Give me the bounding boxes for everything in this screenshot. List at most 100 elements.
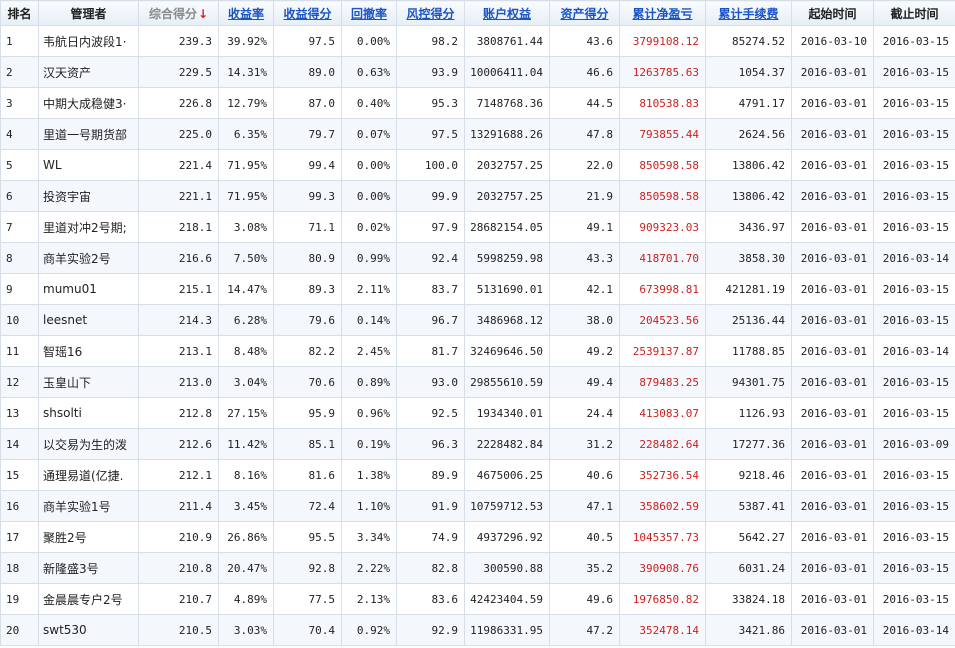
cell-start-date: 2016-03-10 [791, 25, 874, 57]
cell-equity: 7148768.36 [464, 87, 550, 119]
cell-return-score: 70.6 [273, 366, 342, 398]
cell-rank: 10 [0, 304, 39, 336]
col-fees[interactable]: 累计手续费 [705, 0, 792, 26]
cell-return-rate: 14.31% [218, 56, 274, 88]
cell-manager-link[interactable]: 金晨晨专户2号 [38, 583, 139, 615]
cell-net-pnl: 1045357.73 [619, 521, 706, 553]
cell-return-score: 72.4 [273, 490, 342, 522]
cell-end-date: 2016-03-15 [873, 552, 955, 584]
sort-desc-arrow-icon: ↓ [197, 6, 209, 21]
cell-end-date: 2016-03-15 [873, 459, 955, 491]
col-rank-label: 排名 [7, 6, 32, 21]
cell-drawdown: 0.00% [341, 25, 397, 57]
cell-manager-link[interactable]: 商羊实验2号 [38, 242, 139, 274]
cell-manager-link[interactable]: WL [38, 149, 139, 181]
cell-end-date: 2016-03-15 [873, 273, 955, 305]
cell-manager-link[interactable]: mumu01 [38, 273, 139, 305]
cell-return-rate: 3.45% [218, 490, 274, 522]
cell-risk-score: 98.2 [396, 25, 465, 57]
col-net-pnl[interactable]: 累计净盈亏 [619, 0, 706, 26]
table-row: 14 以交易为生的泼 212.6 11.42% 85.1 0.19% 96.3 2228482… [0, 428, 955, 460]
cell-manager-link[interactable]: 聚胜2号 [38, 521, 139, 553]
cell-fees: 5642.27 [705, 521, 792, 553]
cell-equity: 4675006.25 [464, 459, 550, 491]
col-manager-label: 管理者 [70, 6, 107, 21]
cell-fees: 3421.86 [705, 614, 792, 646]
cell-manager-link[interactable]: shsolti [38, 397, 139, 429]
cell-manager-link[interactable]: swt530 [38, 614, 139, 646]
cell-composite-score: 212.1 [138, 459, 219, 491]
cell-composite-score: 210.7 [138, 583, 219, 615]
ranking-table: 排名 管理者 综合得分↓ 收益率 收益得分 回撤率 风控得分 账户权益 资产得分… [0, 0, 955, 646]
cell-return-score: 87.0 [273, 87, 342, 119]
cell-end-date: 2016-03-15 [873, 583, 955, 615]
cell-manager-link[interactable]: 通理易道(亿捷. [38, 459, 139, 491]
cell-return-rate: 71.95% [218, 149, 274, 181]
col-start-date: 起始时间 [791, 0, 874, 26]
cell-fees: 1126.93 [705, 397, 792, 429]
cell-manager-link[interactable]: 以交易为生的泼 [38, 428, 139, 460]
cell-composite-score: 212.6 [138, 428, 219, 460]
cell-composite-score: 213.1 [138, 335, 219, 367]
cell-return-rate: 39.92% [218, 25, 274, 57]
cell-composite-score: 215.1 [138, 273, 219, 305]
cell-risk-score: 93.9 [396, 56, 465, 88]
col-manager: 管理者 [38, 0, 139, 26]
col-return-rate[interactable]: 收益率 [218, 0, 274, 26]
cell-manager-link[interactable]: 里道一号期货部 [38, 118, 139, 150]
cell-drawdown: 0.92% [341, 614, 397, 646]
cell-manager-link[interactable]: 中期大成稳健3· [38, 87, 139, 119]
cell-asset-score: 47.1 [549, 490, 620, 522]
cell-manager-link[interactable]: 玉皇山下 [38, 366, 139, 398]
cell-rank: 6 [0, 180, 39, 212]
cell-return-score: 79.6 [273, 304, 342, 336]
cell-manager-link[interactable]: 汉天资产 [38, 56, 139, 88]
cell-net-pnl: 2539137.87 [619, 335, 706, 367]
cell-start-date: 2016-03-01 [791, 304, 874, 336]
cell-end-date: 2016-03-15 [873, 149, 955, 181]
cell-end-date: 2016-03-15 [873, 56, 955, 88]
cell-manager-link[interactable]: leesnet [38, 304, 139, 336]
cell-end-date: 2016-03-15 [873, 304, 955, 336]
cell-return-rate: 3.04% [218, 366, 274, 398]
col-return-score[interactable]: 收益得分 [273, 0, 342, 26]
cell-manager-link[interactable]: 新隆盛3号 [38, 552, 139, 584]
table-row: 12 玉皇山下 213.0 3.04% 70.6 0.89% 93.0 29855610.59… [0, 366, 955, 398]
cell-drawdown: 0.96% [341, 397, 397, 429]
cell-manager-link[interactable]: 韦航日内波段1· [38, 25, 139, 57]
cell-rank: 13 [0, 397, 39, 429]
header-row: 排名 管理者 综合得分↓ 收益率 收益得分 回撤率 风控得分 账户权益 资产得分… [0, 0, 955, 26]
cell-risk-score: 92.5 [396, 397, 465, 429]
cell-manager-link[interactable]: 商羊实验1号 [38, 490, 139, 522]
cell-drawdown: 0.89% [341, 366, 397, 398]
cell-asset-score: 43.6 [549, 25, 620, 57]
cell-equity: 1934340.01 [464, 397, 550, 429]
cell-rank: 1 [0, 25, 39, 57]
cell-rank: 7 [0, 211, 39, 243]
col-drawdown[interactable]: 回撤率 [341, 0, 397, 26]
cell-asset-score: 22.0 [549, 149, 620, 181]
cell-net-pnl: 1976850.82 [619, 583, 706, 615]
cell-return-rate: 8.16% [218, 459, 274, 491]
cell-return-score: 70.4 [273, 614, 342, 646]
col-risk-score[interactable]: 风控得分 [396, 0, 465, 26]
cell-net-pnl: 850598.58 [619, 149, 706, 181]
cell-asset-score: 49.1 [549, 211, 620, 243]
cell-equity: 3808761.44 [464, 25, 550, 57]
cell-manager-link[interactable]: 投资宇宙 [38, 180, 139, 212]
table-row: 9 mumu01 215.1 14.47% 89.3 2.11% 83.7 5131690.0… [0, 273, 955, 305]
cell-return-rate: 20.47% [218, 552, 274, 584]
cell-net-pnl: 204523.56 [619, 304, 706, 336]
cell-drawdown: 2.13% [341, 583, 397, 615]
cell-return-score: 95.9 [273, 397, 342, 429]
cell-composite-score: 212.8 [138, 397, 219, 429]
cell-manager-link[interactable]: 智瑶16 [38, 335, 139, 367]
cell-start-date: 2016-03-01 [791, 552, 874, 584]
cell-return-rate: 14.47% [218, 273, 274, 305]
col-asset-score[interactable]: 资产得分 [549, 0, 620, 26]
col-equity[interactable]: 账户权益 [464, 0, 550, 26]
col-end-date: 截止时间 [873, 0, 955, 26]
col-composite-score[interactable]: 综合得分↓ [138, 0, 219, 26]
cell-asset-score: 35.2 [549, 552, 620, 584]
cell-manager-link[interactable]: 里道对冲2号期; [38, 211, 139, 243]
